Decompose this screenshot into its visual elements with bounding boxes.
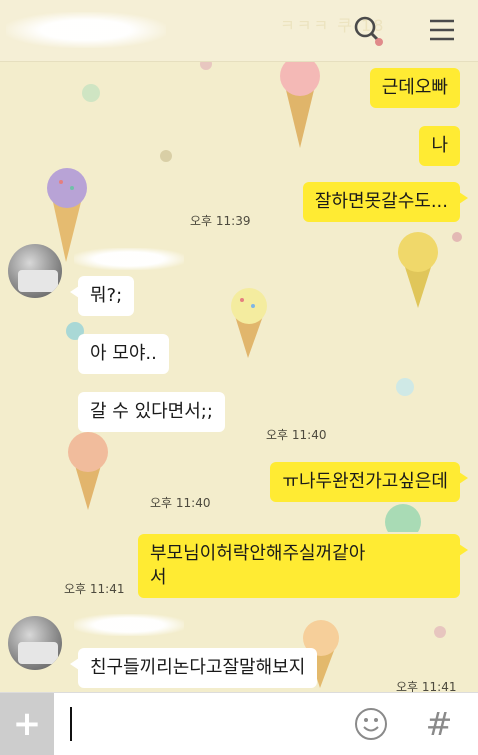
my-message-bubble[interactable]: 부모님이허락안해주실꺼같아 서 xyxy=(138,534,468,598)
search-icon[interactable] xyxy=(352,14,384,46)
menu-icon[interactable] xyxy=(426,14,458,46)
ice-cream-sprinkle-icon xyxy=(231,288,267,358)
sender-name-blurred xyxy=(74,614,184,636)
my-message-bubble[interactable]: 나 xyxy=(419,126,460,166)
message-input[interactable] xyxy=(70,707,72,741)
chat-header: ㅋㅋㅋ 쿠 18 xyxy=(0,0,478,62)
message-time: 오후 11:40 xyxy=(150,496,211,510)
my-message-bubble[interactable]: 근데오빠 xyxy=(369,68,460,108)
decor-dot xyxy=(452,232,462,242)
message-time: 오후 11:40 xyxy=(266,428,327,442)
ice-cream-peach-icon xyxy=(68,432,108,510)
message-time: 오후 11:41 xyxy=(64,582,125,596)
chat-area[interactable]: 근데오빠 나 잘하면못갈수도... 오후 11:39 뭐?; 아 모야.. 갈 … xyxy=(0,62,478,692)
their-message-bubble[interactable]: 갈 수 있다면서;; xyxy=(78,392,225,432)
decor-dot xyxy=(82,84,100,102)
sender-name-blurred xyxy=(74,248,184,270)
decor-dot xyxy=(434,626,446,638)
avatar[interactable] xyxy=(8,244,62,298)
decor-dot xyxy=(396,378,414,396)
their-message-bubble[interactable]: 아 모야.. xyxy=(78,334,169,374)
avatar[interactable] xyxy=(8,616,62,670)
decor-dot xyxy=(160,150,172,162)
my-message-bubble[interactable]: ㅠ나두완전가고싶은데 xyxy=(270,462,468,502)
hashtag-icon[interactable]: # xyxy=(424,703,454,745)
their-message-bubble[interactable]: 뭐?; xyxy=(69,276,135,316)
ice-cream-pink-icon xyxy=(280,62,320,148)
emoji-icon[interactable] xyxy=(354,707,388,741)
my-message-bubble[interactable]: 잘하면못갈수도... xyxy=(302,182,469,222)
decor-dot xyxy=(200,62,212,70)
message-time: 오후 11:39 xyxy=(190,214,251,228)
chat-title-blurred xyxy=(6,12,166,48)
message-time: 오후 11:41 xyxy=(396,680,457,692)
ice-cream-mint-icon xyxy=(385,504,421,532)
their-message-bubble[interactable]: 친구들끼리논다고잘말해보지 xyxy=(69,648,318,688)
ice-cream-yellow-icon xyxy=(398,232,438,308)
plus-icon[interactable]: + xyxy=(0,693,54,755)
message-input-bar: + # xyxy=(0,692,478,755)
